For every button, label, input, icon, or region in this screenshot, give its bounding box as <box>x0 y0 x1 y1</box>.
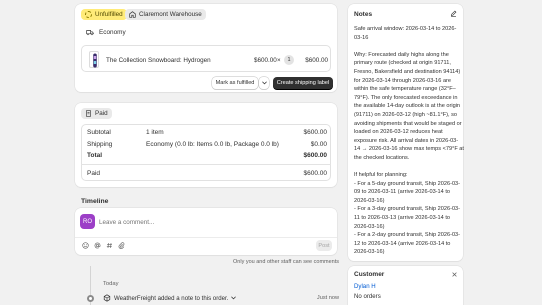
note-line-2-day: - For a 2-day ground transit, Ship 2026-… <box>354 232 461 256</box>
payment-divider <box>81 164 331 165</box>
timeline-date: Today <box>103 281 119 287</box>
timeline-event-text: WeatherFreight added a note to this orde… <box>114 294 229 302</box>
avatar-initials: RO <box>83 218 92 225</box>
attachment-icon[interactable] <box>118 242 125 249</box>
timeline-title: Timeline <box>81 198 109 205</box>
comment-toolbar <box>82 242 125 249</box>
emoji-icon[interactable] <box>82 242 89 249</box>
customer-name-link[interactable]: Dylan H <box>354 283 376 290</box>
paid-badge: Paid <box>81 108 112 119</box>
unit-price: $600.00 <box>254 57 277 64</box>
product-name-link[interactable]: The Collection Snowboard: Hydrogen <box>106 57 211 64</box>
location-badge: Claremont Warehouse <box>125 9 206 20</box>
shipping-method-label: Economy <box>99 29 126 36</box>
subtotal-label: Subtotal <box>87 129 111 136</box>
paid-label: Paid <box>87 170 101 177</box>
comment-toolbar-divider <box>75 237 337 238</box>
paid-badge-label: Paid <box>95 110 108 117</box>
subtotal-detail: 1 item <box>146 129 164 136</box>
note-line-planning-heading: If helpful for planning: <box>354 172 408 179</box>
note-line-arrival-window: Safe arrival window: 2026-03-14 to 2026-… <box>354 26 457 41</box>
timeline-event-dot <box>87 295 94 302</box>
notes-body: Safe arrival window: 2026-03-14 to 2026-… <box>354 25 464 257</box>
shipping-amount: $0.00 <box>310 141 327 148</box>
customer-title: Customer <box>354 271 385 278</box>
customer-orders: No orders <box>354 293 381 300</box>
note-line-5-day: - For a 5-day ground transit, Ship 2026-… <box>354 180 461 204</box>
subtotal-amount: $600.00 <box>303 129 328 136</box>
mark-as-fulfilled-button[interactable]: Mark as fulfilled <box>212 77 258 89</box>
location-badge-label: Claremont Warehouse <box>139 11 202 18</box>
hashtag-icon[interactable] <box>106 242 113 249</box>
line-total: $600.00 <box>305 57 328 64</box>
shipping-method-row: Economy <box>86 29 126 36</box>
quantity-badge: 1 <box>284 55 294 65</box>
shipping-label: Shipping <box>87 141 113 148</box>
post-button-label: Post <box>318 242 330 249</box>
paid-amount: $600.00 <box>303 170 328 177</box>
warehouse-icon <box>129 11 136 18</box>
truck-icon <box>86 29 94 36</box>
comment-visibility-note: Only you and other staff can see comment… <box>233 259 339 265</box>
close-icon[interactable] <box>452 272 457 277</box>
total-amount: $600.00 <box>303 152 328 159</box>
post-button[interactable]: Post <box>316 240 332 251</box>
create-shipping-label-button[interactable]: Create shipping label <box>273 77 333 89</box>
times-sign: × <box>277 57 281 64</box>
timeline-event-time: Just now <box>316 295 339 301</box>
create-shipping-label-label: Create shipping label <box>276 80 330 86</box>
note-line-why: Why: Forecasted daily highs along the pr… <box>354 51 464 161</box>
more-actions-dropdown[interactable] <box>259 77 269 89</box>
edit-pencil-icon[interactable] <box>450 10 457 17</box>
comment-input[interactable] <box>99 216 324 228</box>
unfulfilled-badge: Unfulfilled <box>81 9 127 20</box>
shipping-detail: Economy (0.0 lb: Items 0.0 lb, Package 0… <box>146 141 279 148</box>
avatar: RO <box>80 214 95 229</box>
unfulfilled-status-icon <box>85 11 92 18</box>
chevron-down-icon <box>231 296 237 300</box>
mark-as-fulfilled-label: Mark as fulfilled <box>215 80 255 86</box>
product-thumbnail[interactable] <box>89 51 99 68</box>
paid-receipt-icon <box>85 110 92 117</box>
chevron-down-icon <box>261 81 267 85</box>
app-icon <box>103 294 111 302</box>
timeline-event[interactable]: WeatherFreight added a note to this orde… <box>103 294 237 302</box>
mention-icon[interactable] <box>94 242 101 249</box>
total-label: Total <box>87 152 103 159</box>
note-line-3-day: - For a 3-day ground transit, Ship 2026-… <box>354 206 461 230</box>
unfulfilled-badge-label: Unfulfilled <box>95 11 123 18</box>
notes-title: Notes <box>354 11 373 18</box>
